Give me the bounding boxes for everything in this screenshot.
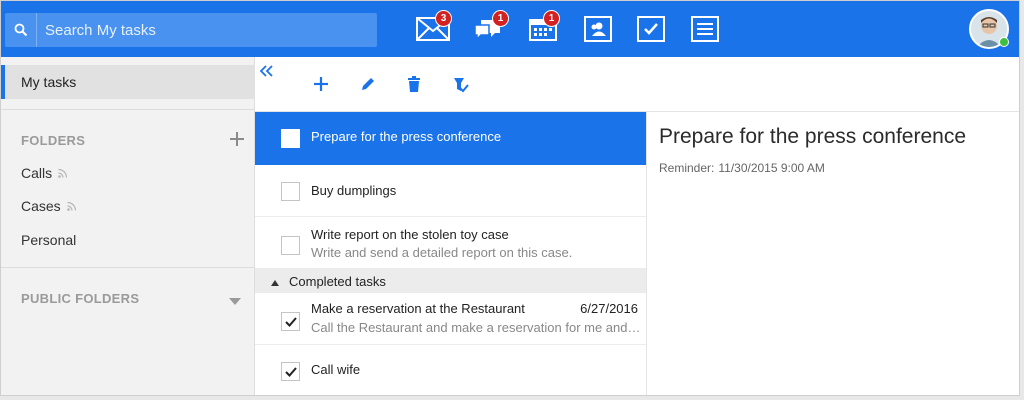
sidebar-item-cases[interactable]: Cases — [21, 198, 77, 214]
public-folders-expand-button[interactable] — [229, 293, 243, 305]
checkmark-icon — [284, 316, 297, 327]
notes-icon — [691, 16, 719, 42]
sidebar-item-label: Personal — [21, 232, 77, 248]
task-checkbox[interactable] — [281, 236, 300, 255]
task-title: Make a reservation at the Restaurant — [311, 301, 525, 316]
mail-badge: 3 — [435, 10, 452, 27]
sidebar-item-label: Cases — [21, 198, 61, 214]
task-row[interactable]: Call wife — [255, 345, 646, 395]
task-detail-title: Prepare for the press conference — [659, 125, 967, 148]
sidebar-item-my-tasks[interactable]: My tasks — [1, 65, 255, 99]
mail-nav-button[interactable]: 3 — [413, 9, 453, 49]
search-input[interactable] — [37, 13, 377, 47]
task-subtitle: Call the Restaurant and make a reservati… — [311, 320, 641, 335]
chat-badge: 1 — [492, 10, 509, 27]
tasks-nav-button[interactable] — [631, 9, 671, 49]
edit-task-button[interactable] — [355, 71, 381, 97]
task-row[interactable]: Make a reservation at the Restaurant 6/2… — [255, 293, 646, 345]
task-checkbox[interactable] — [281, 129, 300, 148]
reminder-value: 11/30/2015 9:00 AM — [718, 161, 825, 175]
task-complete-icon — [454, 78, 469, 93]
task-reminder: Reminder: 11/30/2015 9:00 AM — [659, 161, 829, 175]
mark-complete-button[interactable] — [447, 71, 473, 97]
sidebar: My tasks FOLDERS Calls Cases Personal PU… — [1, 57, 255, 395]
caret-up-icon — [271, 274, 279, 289]
checkmark-icon — [284, 366, 297, 377]
collapse-sidebar-button[interactable] — [257, 61, 277, 81]
plus-icon — [230, 132, 244, 146]
task-title: Call wife — [311, 362, 361, 377]
trash-icon — [408, 76, 420, 92]
completed-tasks-group-header[interactable]: Completed tasks — [255, 269, 646, 293]
task-title: Write report on the stolen toy case — [311, 227, 509, 242]
sidebar-divider — [1, 267, 255, 268]
task-toolbar — [255, 57, 1019, 111]
notes-nav-button[interactable] — [685, 9, 725, 49]
task-checkbox-checked[interactable] — [281, 312, 300, 331]
sidebar-divider — [1, 109, 255, 110]
pencil-icon — [362, 78, 374, 90]
reminder-label: Reminder: — [659, 161, 715, 175]
delete-task-button[interactable] — [401, 71, 427, 97]
contacts-icon — [584, 16, 612, 42]
tasks-app-window: 3 1 1 My tasks — [0, 0, 1020, 396]
task-title: Buy dumplings — [311, 183, 397, 198]
folders-heading: FOLDERS — [21, 133, 86, 148]
plus-icon — [314, 77, 328, 91]
sidebar-item-calls[interactable]: Calls — [21, 165, 68, 181]
task-checkbox[interactable] — [281, 182, 300, 201]
task-row[interactable]: Prepare for the press conference — [255, 112, 646, 165]
task-detail-pane: Prepare for the press conference Reminde… — [647, 112, 1019, 395]
chat-nav-button[interactable]: 1 — [468, 9, 509, 49]
task-subtitle: Write and send a detailed report on this… — [311, 245, 573, 260]
tasks-icon — [637, 16, 665, 42]
rss-icon — [66, 198, 77, 214]
search-icon[interactable] — [5, 13, 37, 47]
calendar-badge: 1 — [543, 10, 560, 27]
top-bar: 3 1 1 — [1, 1, 1019, 57]
chevron-down-icon — [229, 298, 241, 305]
task-list: Prepare for the press conference Buy dum… — [255, 112, 646, 395]
sidebar-item-personal[interactable]: Personal — [21, 232, 76, 248]
task-checkbox-checked[interactable] — [281, 362, 300, 381]
task-due-date: 6/27/2016 — [580, 301, 638, 316]
group-label: Completed tasks — [289, 273, 386, 289]
double-chevron-left-icon — [260, 65, 273, 77]
presence-status-icon — [999, 37, 1009, 47]
search-box[interactable] — [5, 13, 377, 47]
new-task-button[interactable] — [308, 71, 334, 97]
task-title: Prepare for the press conference — [311, 129, 502, 144]
add-folder-button[interactable] — [227, 129, 247, 149]
contacts-nav-button[interactable] — [578, 9, 618, 49]
rss-icon — [58, 165, 68, 181]
calendar-nav-button[interactable]: 1 — [523, 9, 563, 49]
task-row[interactable]: Write report on the stolen toy case Writ… — [255, 217, 646, 269]
public-folders-heading[interactable]: PUBLIC FOLDERS — [21, 291, 139, 306]
sidebar-item-label: Calls — [21, 165, 53, 181]
task-row[interactable]: Buy dumplings — [255, 165, 646, 217]
